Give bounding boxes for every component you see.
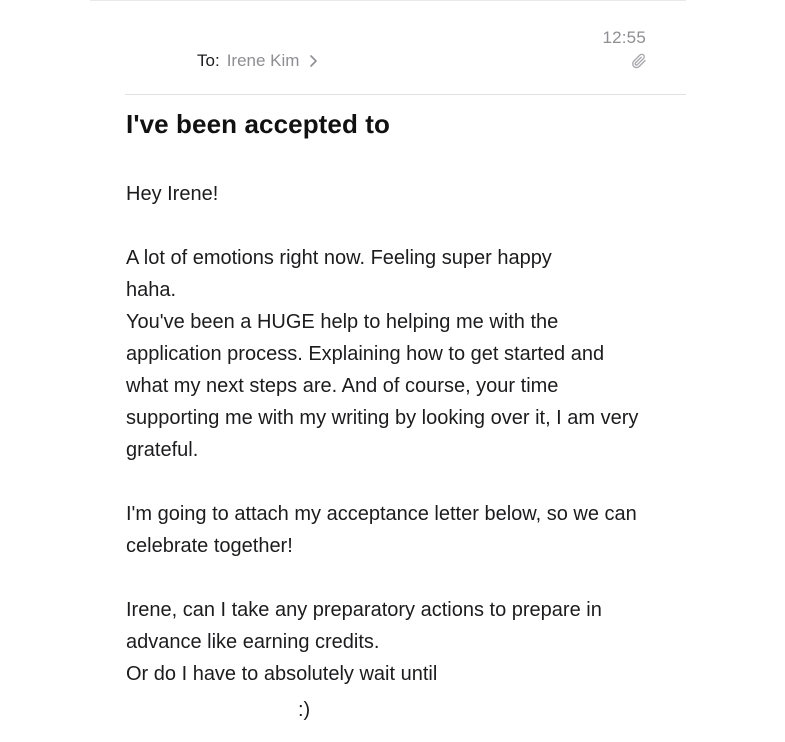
to-label: To:: [197, 51, 220, 70]
body-paragraph-4-line-2: Or do I have to absolutely wait until: [126, 663, 438, 685]
signoff-smiley: :): [298, 699, 311, 721]
body-paragraph-2: You've been a HUGE help to helping me wi…: [126, 311, 639, 461]
recipient-name[interactable]: Irene Kim: [227, 51, 300, 71]
body-paragraph-1-line-1: A lot of emotions right now. Feeling sup…: [126, 247, 552, 269]
body-paragraph-1-line-2: haha.: [126, 279, 177, 301]
timestamp: 12:55: [602, 28, 646, 47]
email-subject: I've been accepted to: [126, 109, 391, 139]
paperclip-icon[interactable]: [630, 52, 648, 70]
email-header: 12:55 To: Irene Kim: [0, 0, 785, 96]
header-divider: [125, 94, 686, 95]
email-body: Hey Irene! A lot of emotions right now. …: [126, 178, 646, 690]
to-row[interactable]: To: Irene Kim: [197, 51, 318, 71]
chevron-right-icon[interactable]: [308, 54, 318, 68]
greeting: Hey Irene!: [126, 183, 219, 205]
body-paragraph-4-line-1: Irene, can I take any preparatory action…: [126, 599, 602, 653]
body-paragraph-3: I'm going to attach my acceptance letter…: [126, 503, 637, 557]
